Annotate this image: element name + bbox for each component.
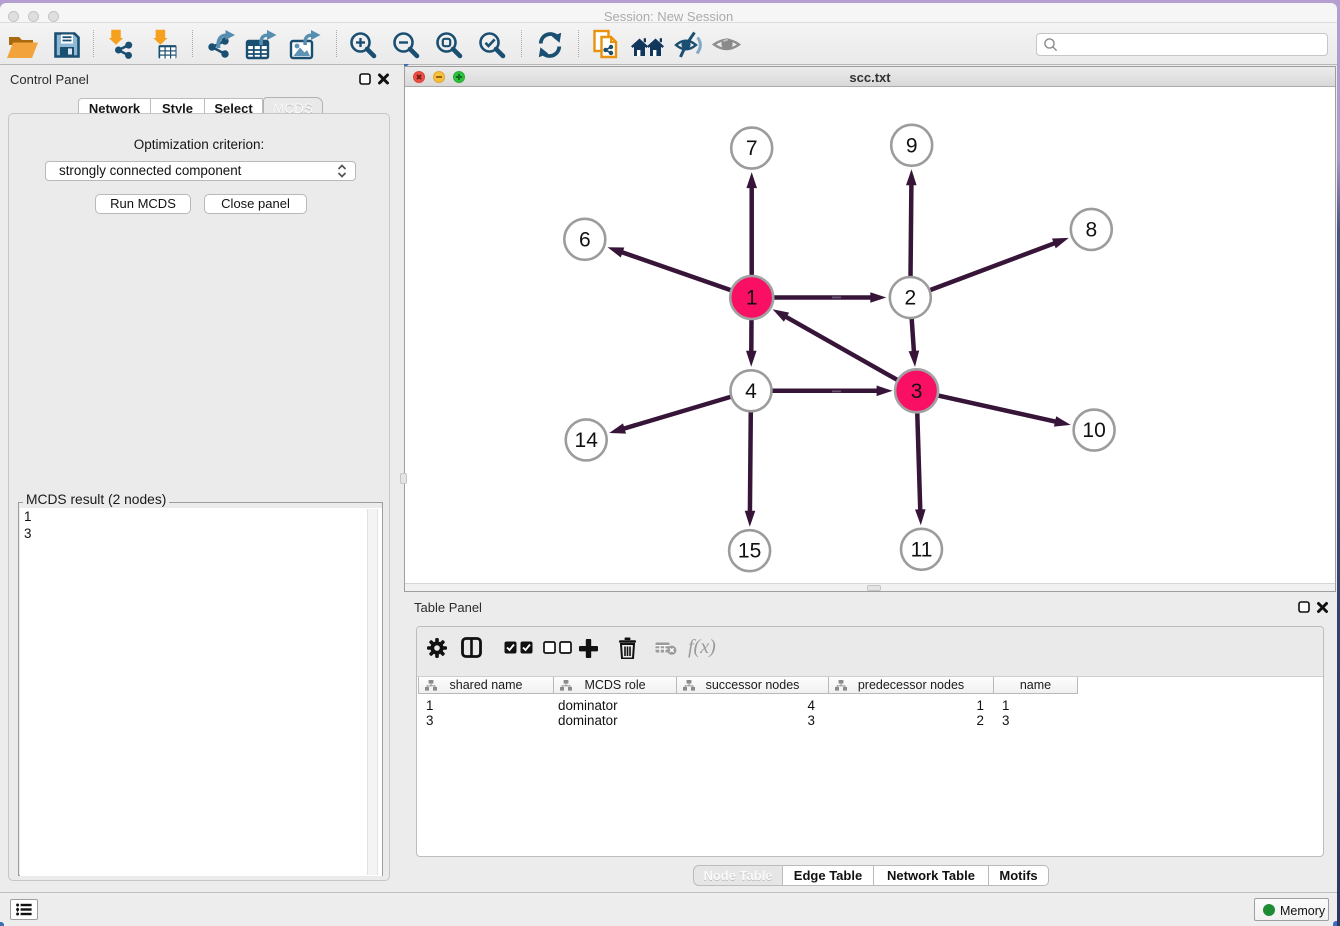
svg-text:6: 6 [579,228,591,251]
svg-text:2: 2 [904,287,916,310]
svg-text:11: 11 [911,538,933,561]
svg-text:14: 14 [575,429,599,452]
svg-text:7: 7 [746,137,758,160]
svg-text:9: 9 [906,134,918,157]
svg-text:15: 15 [738,540,761,563]
svg-text:3: 3 [911,380,923,403]
svg-text:4: 4 [745,380,757,403]
svg-text:10: 10 [1082,419,1105,442]
svg-text:8: 8 [1085,218,1097,241]
svg-text:1: 1 [746,287,758,310]
